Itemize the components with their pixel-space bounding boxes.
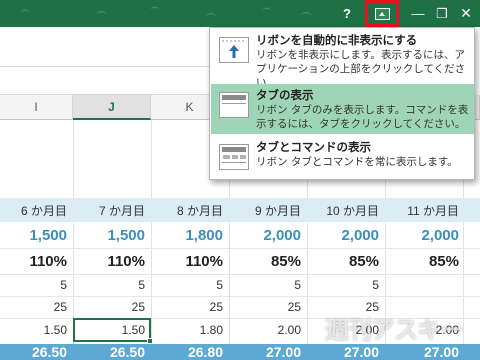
table-row: 5 5 5 5 5 xyxy=(0,274,480,296)
month-cell[interactable]: 8 か月目 xyxy=(151,198,229,222)
menu-item-auto-hide-ribbon[interactable]: リボンを自動的に非表示にする リボンを非表示にします。表示するには、アプリケーシ… xyxy=(211,29,474,89)
table-row: 26.50 26.50 26.80 27.00 27.00 27.00 xyxy=(0,344,480,360)
cell[interactable]: 1.50 xyxy=(0,318,73,342)
cell[interactable]: 1,500 xyxy=(0,222,73,248)
cell[interactable]: 110% xyxy=(0,248,73,274)
cell[interactable]: 2,000 xyxy=(385,222,465,248)
icon-line xyxy=(222,162,246,163)
cell[interactable]: 25 xyxy=(0,296,73,318)
cell[interactable]: 2,000 xyxy=(229,222,307,248)
table-row: 1,500 1,500 1,800 2,000 2,000 2,000 xyxy=(0,222,480,248)
minimize-button[interactable]: — xyxy=(407,0,429,27)
menu-item-show-tabs[interactable]: タブの表示 リボン タブのみを表示します。コマンドを表示するには、タブをクリック… xyxy=(211,84,474,134)
cell[interactable] xyxy=(385,274,465,296)
menu-item-title: タブの表示 xyxy=(256,88,314,102)
auto-hide-arrow-icon xyxy=(219,37,249,63)
ribbon-display-options-button[interactable] xyxy=(365,0,399,27)
cell[interactable]: 25 xyxy=(151,296,229,318)
close-button[interactable]: ✕ xyxy=(455,0,477,27)
bird-decoration-icon xyxy=(20,6,312,16)
month-cell[interactable]: 9 か月目 xyxy=(229,198,307,222)
cell[interactable]: 85% xyxy=(385,248,465,274)
menu-item-show-tabs-and-commands[interactable]: タブとコマンドの表示 リボン タブとコマンドを常に表示します。 xyxy=(211,138,474,180)
cell[interactable]: 2,000 xyxy=(307,222,385,248)
menu-item-title: リボンを自動的に非表示にする xyxy=(256,33,418,47)
command-block xyxy=(232,155,238,159)
command-block xyxy=(223,155,230,159)
ribbon-display-options-menu: リボンを自動的に非表示にする リボンを非表示にします。表示するには、アプリケーシ… xyxy=(209,27,475,180)
cell[interactable]: 26.50 xyxy=(0,344,73,360)
cell[interactable]: 85% xyxy=(307,248,385,274)
cell[interactable]: 1,800 xyxy=(151,222,229,248)
month-cell[interactable]: 10 か月目 xyxy=(307,198,385,222)
cell[interactable]: 5 xyxy=(73,274,151,296)
restore-button[interactable]: ❐ xyxy=(428,0,456,27)
menu-item-description: リボン タブとコマンドを常に表示します。 xyxy=(256,156,458,168)
month-header-row: 6 か月目 7 か月目 8 か月目 9 か月目 10 か月目 11 か月目 xyxy=(0,198,480,222)
cell[interactable]: 5 xyxy=(151,274,229,296)
menu-item-title: タブとコマンドの表示 xyxy=(256,140,371,154)
column-header-j[interactable]: J xyxy=(73,95,151,120)
cell[interactable]: 26.80 xyxy=(151,344,229,360)
icon-line xyxy=(222,103,246,104)
ribbon-area xyxy=(0,27,210,67)
cell[interactable]: 1.80 xyxy=(151,318,229,342)
cell[interactable]: 25 xyxy=(229,296,307,318)
cell[interactable]: 2.00 xyxy=(229,318,307,342)
cell[interactable]: 85% xyxy=(229,248,307,274)
cell[interactable]: 27.00 xyxy=(229,344,307,360)
cell[interactable]: 110% xyxy=(151,248,229,274)
cell-selection-border xyxy=(73,318,151,342)
month-cell[interactable]: 7 か月目 xyxy=(73,198,151,222)
watermark-logo: 週刊アスキー xyxy=(325,316,464,344)
menu-item-description: リボン タブのみを表示します。コマンドを表示するには、タブをクリックしてください… xyxy=(256,104,469,130)
cell[interactable]: 27.00 xyxy=(307,344,385,360)
column-header-i[interactable]: I xyxy=(0,95,73,120)
cell[interactable]: 25 xyxy=(73,296,151,318)
cell[interactable]: 5 xyxy=(307,274,385,296)
ribbon-display-icon xyxy=(374,7,390,20)
cell[interactable]: 27.00 xyxy=(385,344,465,360)
cell[interactable]: 26.50 xyxy=(73,344,151,360)
cell[interactable]: 110% xyxy=(73,248,151,274)
month-cell[interactable]: 6 か月目 xyxy=(0,198,73,222)
show-tabs-icon xyxy=(219,92,249,118)
help-button[interactable]: ? xyxy=(339,0,355,27)
title-bar: ? — ❐ ✕ xyxy=(0,0,480,27)
command-block xyxy=(240,155,246,159)
month-cell[interactable]: 11 か月目 xyxy=(385,198,465,222)
table-row: 110% 110% 110% 85% 85% 85% xyxy=(0,248,480,274)
cell[interactable]: 5 xyxy=(0,274,73,296)
show-tabs-commands-icon xyxy=(219,144,249,170)
tab-bar-shape xyxy=(222,147,246,152)
tab-bar-shape xyxy=(222,95,246,100)
cell[interactable]: 1,500 xyxy=(73,222,151,248)
cell[interactable]: 5 xyxy=(229,274,307,296)
formula-bar[interactable] xyxy=(0,67,210,95)
